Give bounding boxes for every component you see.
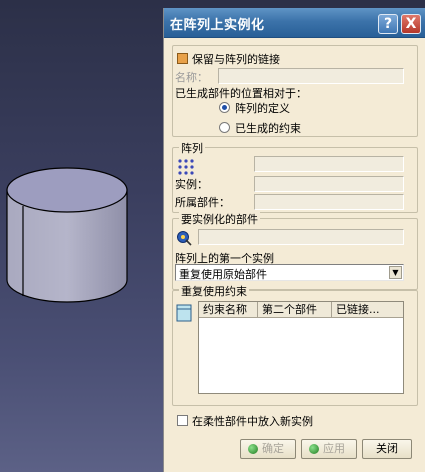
- keep-link-checkbox[interactable]: [177, 53, 188, 64]
- position-relative-label: 已生成部件的位置相对于：: [175, 87, 307, 100]
- constraint-list-icon[interactable]: [176, 304, 192, 322]
- close-button[interactable]: 关闭: [362, 439, 412, 459]
- constraints-table[interactable]: 约束名称 第二个部件 已链接...: [198, 301, 404, 394]
- radio-generated-constraint[interactable]: [219, 122, 230, 133]
- pattern-group-title: 阵列: [179, 140, 205, 156]
- 3d-viewport[interactable]: [0, 0, 163, 472]
- apply-button[interactable]: 应用: [301, 439, 357, 459]
- col-constraint-name[interactable]: 约束名称: [199, 302, 258, 318]
- name-field[interactable]: [218, 68, 404, 84]
- dialog-titlebar[interactable]: 在阵列上实例化 ? X: [164, 8, 425, 38]
- component-field[interactable]: [198, 229, 404, 245]
- pattern-grid-icon: [178, 159, 194, 175]
- first-instance-dropdown[interactable]: 重复使用原始部件 ▼: [175, 264, 404, 281]
- component-group-title: 要实例化的部件: [179, 211, 260, 227]
- help-icon: ?: [383, 16, 393, 32]
- dialog-title: 在阵列上实例化: [170, 18, 265, 33]
- flexible-label: 在柔性部件中放入新实例: [192, 415, 313, 428]
- first-instance-value: 重复使用原始部件: [179, 268, 267, 281]
- cylinder-part[interactable]: [0, 0, 163, 472]
- name-label: 名称：: [175, 71, 208, 84]
- keep-link-label: 保留与阵列的链接: [192, 53, 280, 66]
- owner-field[interactable]: [254, 194, 404, 210]
- pattern-field[interactable]: [254, 156, 404, 172]
- col-linked[interactable]: 已链接...: [332, 302, 403, 318]
- ok-icon: [248, 444, 258, 454]
- ok-button[interactable]: 确定: [240, 439, 296, 459]
- apply-icon: [309, 444, 319, 454]
- component-selection-icon: [177, 231, 192, 246]
- flexible-checkbox[interactable]: [177, 415, 188, 426]
- instantiate-on-pattern-dialog: 在阵列上实例化 ? X 保留与阵列的链接 名称： 已生成部件的位置相对于： 阵列…: [163, 8, 425, 472]
- help-button[interactable]: ?: [378, 14, 398, 34]
- dropdown-arrow-icon[interactable]: ▼: [389, 266, 402, 279]
- owner-label: 所属部件：: [175, 196, 230, 209]
- instance-label: 实例：: [175, 178, 208, 191]
- close-icon: X: [405, 16, 417, 32]
- radio-generated-constraint-label: 已生成的约束: [235, 122, 301, 135]
- instance-field[interactable]: [254, 176, 404, 192]
- radio-pattern-definition[interactable]: [219, 102, 230, 113]
- radio-pattern-definition-label: 阵列的定义: [235, 102, 290, 115]
- col-second-component[interactable]: 第二个部件: [258, 302, 332, 318]
- reuse-constraints-title: 重复使用约束: [179, 283, 249, 299]
- close-window-button[interactable]: X: [401, 14, 421, 34]
